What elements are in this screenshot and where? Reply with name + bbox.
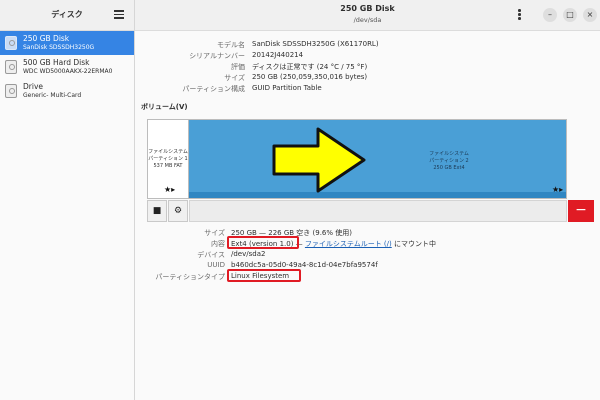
partition-size-label: サイズ — [204, 229, 225, 237]
size-value: 250 GB (250,059,350,016 bytes) — [252, 73, 368, 81]
device-label: デバイス — [197, 251, 225, 259]
contents-label: 内容 — [211, 240, 225, 248]
partition-1-line2: パーティション 1 — [148, 156, 188, 162]
partition-1-label: ファイルシステム パーティション 1 537 MB FAT — [148, 149, 188, 170]
disk-name: 500 GB Hard Disk — [23, 58, 90, 67]
sidebar-header: ディスク — [0, 0, 134, 31]
disk-model: Generic- Multi-Card — [23, 92, 82, 99]
partition-1-flags-icon: ★▸ — [164, 185, 176, 194]
toolbar-spacer — [189, 200, 567, 222]
disk-name: Drive — [23, 82, 43, 91]
partition-type-label: パーティションタイプ — [155, 273, 225, 281]
partition-1-line1: ファイルシステム — [148, 149, 188, 155]
model-label: モデル名 — [217, 41, 245, 49]
partitioning-label: パーティション構成 — [182, 85, 245, 93]
uuid-value: b460dc5a-05d0-49a4-8c1d-04e7bfa9574f — [231, 261, 378, 269]
window-subtitle: /dev/sda — [353, 16, 382, 24]
volume-toolbar: ■ ⚙ — [147, 200, 567, 222]
serial-value: 20142J440214 — [252, 51, 304, 59]
hamburger-menu-icon[interactable] — [114, 10, 124, 19]
header-bar: 250 GB Disk /dev/sda – □ × — [135, 0, 600, 31]
close-button[interactable]: × — [583, 8, 597, 22]
partition-2-label: ファイルシステム パーティション 2 250 GB Ext4 — [389, 151, 509, 172]
partition-1-line3: 537 MB FAT — [153, 163, 183, 169]
more-options-icon[interactable] — [518, 9, 521, 21]
partition-1-block[interactable]: ファイルシステム パーティション 1 537 MB FAT ★▸ — [148, 120, 189, 198]
minimize-button[interactable]: – — [543, 8, 557, 22]
delete-partition-button[interactable]: − — [568, 200, 594, 222]
assessment-value: ディスクは正常です (24 °C / 75 °F) — [252, 63, 368, 71]
stop-button[interactable]: ■ — [147, 200, 167, 222]
partition-2-usage-bar — [189, 192, 566, 198]
maximize-button[interactable]: □ — [563, 8, 577, 22]
model-value: SanDisk SDSSDH3250G (X61170RL) — [252, 40, 379, 48]
partitioning-value: GUID Partition Table — [252, 84, 322, 92]
sidebar-disk-drive[interactable]: Drive Generic- Multi-Card — [0, 79, 134, 103]
serial-label: シリアルナンバー — [189, 52, 245, 60]
disk-details-pane: モデル名 SanDisk SDSSDH3250G (X61170RL) シリアル… — [135, 31, 600, 400]
disk-model: SanDisk SDSSDH3250G — [23, 44, 95, 51]
volumes-heading: ボリューム(V) — [141, 103, 188, 111]
disks-window: ディスク 250 GB Disk SanDisk SDSSDH3250G 500… — [0, 0, 600, 400]
partition-2-line3: 250 GB Ext4 — [433, 165, 465, 171]
sidebar-disk-250gb[interactable]: 250 GB Disk SanDisk SDSSDH3250G — [0, 31, 134, 55]
partition-2-line2: パーティション 2 — [429, 158, 469, 164]
disk-model: WDC WD5000AAKX-22ERMA0 — [23, 68, 113, 75]
hard-disk-icon — [5, 60, 17, 74]
uuid-label: UUID — [207, 261, 225, 269]
device-value: /dev/sda2 — [231, 250, 266, 258]
disk-name: 250 GB Disk — [23, 34, 70, 43]
card-reader-icon — [5, 84, 17, 98]
filesystem-root-link[interactable]: ファイルシステムルート (/) — [305, 240, 392, 248]
settings-gear-button[interactable]: ⚙ — [168, 200, 188, 222]
yellow-arrow-icon — [272, 127, 366, 193]
window-title: 250 GB Disk — [340, 4, 395, 13]
mounted-suffix: にマウント中 — [391, 240, 436, 248]
highlight-box-contents — [227, 236, 299, 249]
sidebar: ディスク 250 GB Disk SanDisk SDSSDH3250G 500… — [0, 0, 135, 400]
sidebar-disk-500gb[interactable]: 500 GB Hard Disk WDC WD5000AAKX-22ERMA0 — [0, 55, 134, 79]
disk-icon — [5, 36, 17, 50]
volume-map: ファイルシステム パーティション 1 537 MB FAT ★▸ ファイルシステ… — [147, 119, 567, 199]
assessment-label: 評価 — [231, 63, 245, 71]
partition-2-line1: ファイルシステム — [429, 151, 469, 157]
partition-2-block[interactable]: ファイルシステム パーティション 2 250 GB Ext4 ★▸ — [189, 120, 566, 198]
size-label: サイズ — [224, 74, 245, 82]
highlight-box-partition-type — [227, 269, 301, 282]
